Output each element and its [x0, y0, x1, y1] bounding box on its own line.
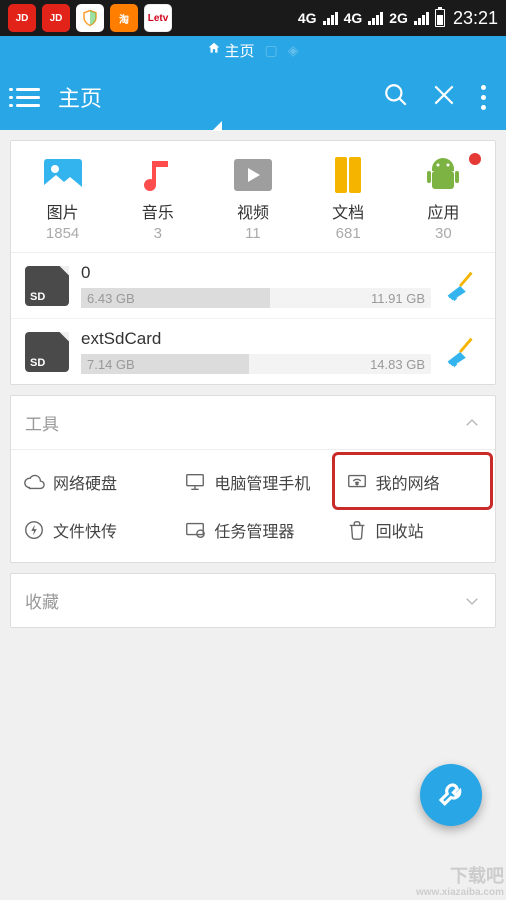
storage-row-internal[interactable]: 0 6.43 GB 11.91 GB [11, 253, 495, 318]
search-button[interactable] [381, 82, 411, 113]
category-apps[interactable]: 应用 30 [403, 155, 483, 242]
storage-name: 0 [81, 263, 431, 283]
tool-label: 任务管理器 [214, 518, 294, 542]
category-images[interactable]: 图片 1854 [23, 155, 103, 242]
monitor-icon [184, 471, 206, 493]
category-label: 视频 [213, 199, 293, 223]
fab-tools-button[interactable] [420, 764, 482, 826]
status-bar: JD JD 淘 Letv 4G 4G 2G 23:21 [0, 0, 506, 36]
tool-label: 网络硬盘 [53, 470, 117, 494]
category-count: 30 [403, 225, 483, 242]
status-indicators: 4G 4G 2G 23:21 [298, 8, 498, 29]
page-title: 主页 [58, 81, 102, 113]
tool-label: 回收站 [376, 518, 424, 542]
home-icon [207, 41, 221, 59]
tab-wifi-icon: ◈ [288, 42, 299, 59]
category-count: 681 [308, 225, 388, 242]
network-label-2g: 2G [389, 10, 408, 26]
close-button[interactable] [429, 82, 459, 113]
tool-label: 我的网络 [376, 470, 440, 494]
favorites-title: 收藏 [25, 588, 59, 613]
category-docs[interactable]: 文档 681 [308, 155, 388, 242]
battery-icon [435, 9, 445, 27]
category-label: 文档 [308, 199, 388, 223]
tool-file-transfer[interactable]: 文件快传 [11, 506, 172, 554]
tool-label: 文件快传 [53, 518, 117, 542]
clean-button[interactable] [443, 267, 481, 305]
network-icon [346, 471, 368, 493]
storage-used: 6.43 GB [81, 291, 135, 306]
top-bar: 主页 [0, 64, 506, 130]
tab-extra-icon: ▢ [265, 42, 278, 59]
signal-bars-icon [323, 11, 338, 25]
tray-icon-letv: Letv [144, 4, 172, 32]
chevron-up-icon [463, 414, 481, 432]
title-dropdown[interactable]: 主页 [58, 81, 363, 113]
tab-home[interactable]: 主页 [207, 40, 254, 61]
storage-name: extSdCard [81, 329, 431, 349]
watermark: 下载吧 www.xiazaiba.com [416, 867, 504, 898]
category-count: 1854 [23, 225, 103, 242]
sdcard-icon [25, 266, 69, 306]
tool-pc-manage[interactable]: 电脑管理手机 [172, 458, 333, 506]
chevron-down-icon [463, 592, 481, 610]
clean-button[interactable] [443, 333, 481, 371]
category-label: 图片 [23, 199, 103, 223]
category-music[interactable]: 音乐 3 [118, 155, 198, 242]
storage-bar: 6.43 GB 11.91 GB [81, 288, 431, 308]
category-label: 音乐 [118, 199, 198, 223]
trash-icon [346, 519, 368, 541]
storage-used: 7.14 GB [81, 357, 135, 372]
tray-icon-jd: JD [8, 4, 36, 32]
storage-total: 11.91 GB [371, 291, 425, 306]
watermark-text: 下载吧 [450, 866, 504, 886]
storage-bar: 7.14 GB 14.83 GB [81, 354, 431, 374]
tab-banner: 主页 ▢ ◈ [0, 36, 506, 64]
tool-network-disk[interactable]: 网络硬盘 [11, 458, 172, 506]
category-count: 11 [213, 225, 293, 242]
storage-total: 14.83 GB [370, 357, 425, 372]
tools-card: 工具 网络硬盘 电脑管理手机 我的网络 文件快传 [10, 395, 496, 563]
document-icon [308, 155, 388, 195]
overflow-menu-button[interactable] [477, 85, 490, 110]
tool-my-network[interactable]: 我的网络 [334, 458, 495, 506]
image-icon [23, 155, 103, 195]
task-icon [184, 519, 206, 541]
bolt-icon [23, 519, 45, 541]
categories-card: 图片 1854 音乐 3 视频 11 [10, 140, 496, 385]
tools-header[interactable]: 工具 [11, 396, 495, 450]
android-icon [403, 155, 483, 195]
badge-icon [469, 153, 481, 165]
signal-bars-icon [368, 11, 383, 25]
dropdown-triangle-icon [212, 121, 222, 131]
sdcard-icon [25, 332, 69, 372]
category-label: 应用 [403, 199, 483, 223]
network-label-4g: 4G [298, 10, 317, 26]
tools-title: 工具 [25, 410, 59, 435]
menu-button[interactable] [16, 88, 40, 107]
watermark-url: www.xiazaiba.com [416, 887, 504, 898]
storage-row-external[interactable]: extSdCard 7.14 GB 14.83 GB [11, 318, 495, 384]
status-tray: JD JD 淘 Letv [8, 4, 172, 32]
cloud-icon [23, 471, 45, 493]
favorites-card: 收藏 [10, 573, 496, 628]
tool-label: 电脑管理手机 [214, 470, 310, 494]
favorites-header[interactable]: 收藏 [11, 574, 495, 627]
tab-home-label: 主页 [224, 40, 254, 61]
clock: 23:21 [453, 8, 498, 29]
category-count: 3 [118, 225, 198, 242]
signal-bars-icon [414, 11, 429, 25]
tray-icon-shield [76, 4, 104, 32]
network-label-4g: 4G [344, 10, 363, 26]
category-video[interactable]: 视频 11 [213, 155, 293, 242]
tray-icon-taobao: 淘 [110, 4, 138, 32]
music-icon [118, 155, 198, 195]
tool-task-manager[interactable]: 任务管理器 [172, 506, 333, 554]
video-icon [213, 155, 293, 195]
tray-icon-jd: JD [42, 4, 70, 32]
tool-recycle-bin[interactable]: 回收站 [334, 506, 495, 554]
